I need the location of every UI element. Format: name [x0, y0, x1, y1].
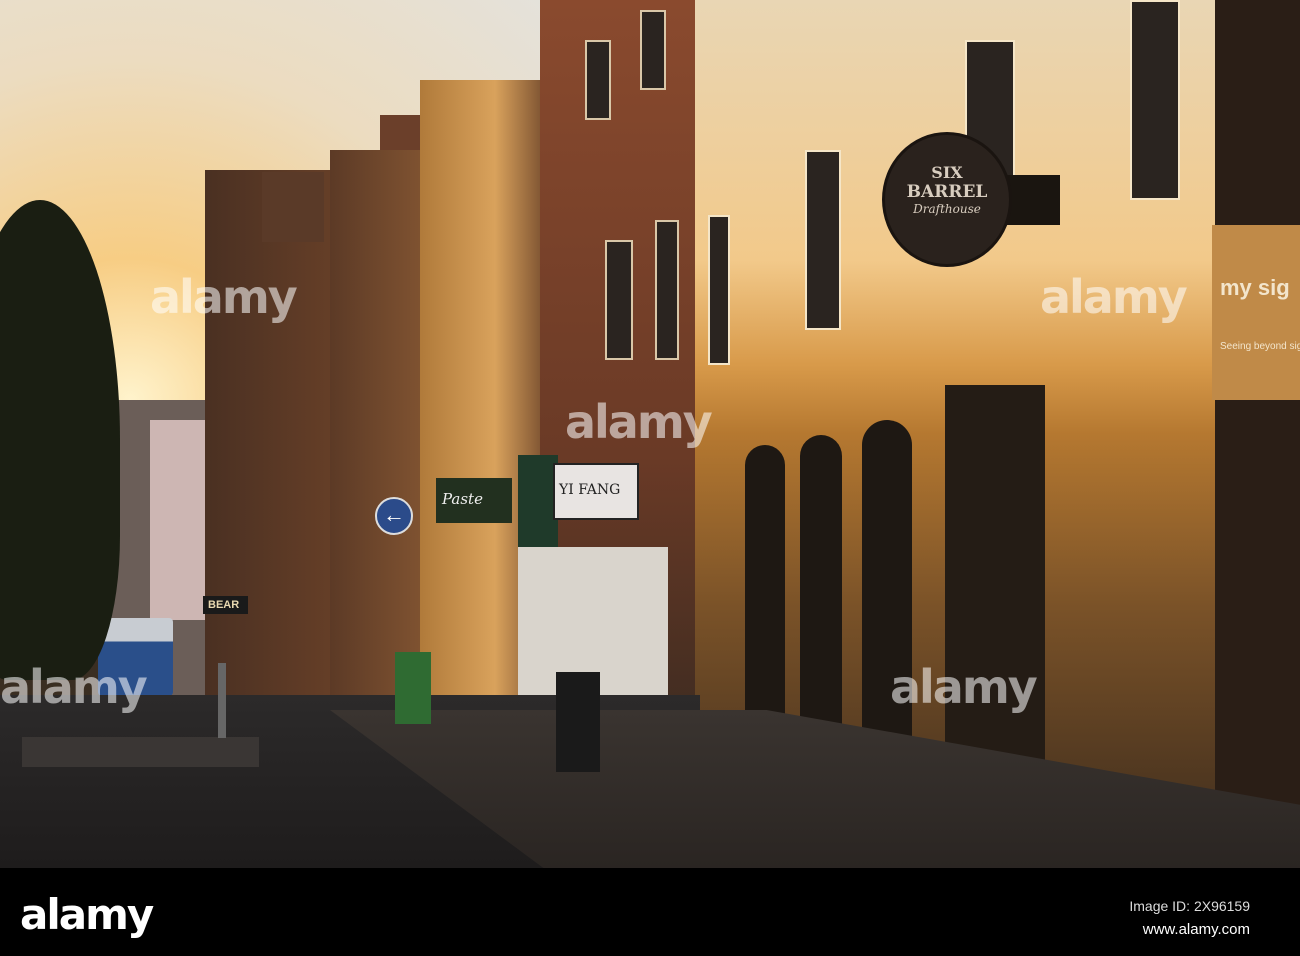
watermark-logo: alamy [565, 395, 713, 449]
six-barrel-line2: BARREL [906, 182, 988, 202]
paste-sign: Paste [436, 478, 512, 523]
six-barrel-bracket [1005, 175, 1060, 225]
watermark-logo: alamy [1040, 270, 1188, 324]
watermark-logo: alamy [150, 270, 298, 324]
website-link[interactable]: www.alamy.com [1143, 921, 1250, 938]
image-id: Image ID: 2X96159 [1129, 898, 1250, 914]
bollard [218, 663, 226, 738]
green-shop-sign [518, 455, 558, 547]
window [805, 150, 841, 330]
window [640, 10, 666, 90]
chimney [262, 172, 324, 242]
bin [395, 652, 431, 724]
bear-sign: BEAR [203, 596, 248, 614]
window [655, 220, 679, 360]
watermark-logo: alamy [0, 660, 148, 714]
shop-building-right [1215, 0, 1300, 868]
traffic-island [22, 737, 259, 767]
watermark-logo: alamy [890, 660, 1038, 714]
window [708, 215, 730, 365]
six-barrel-sign: SIX BARREL Drafthouse [882, 132, 1012, 267]
window [605, 240, 633, 360]
alamy-logo: alamy [20, 890, 154, 939]
window [1130, 0, 1180, 200]
yi-fang-sign: YI FANG [553, 463, 639, 520]
six-barrel-line3: Drafthouse [913, 202, 981, 216]
bin [556, 672, 600, 772]
my-sight-tagline: Seeing beyond sight [1220, 341, 1300, 352]
street-photo: my sig Seeing beyond sight SIX BARREL Dr… [0, 0, 1300, 868]
my-sight-sign: my sig Seeing beyond sight [1212, 225, 1300, 400]
pink-building [150, 420, 210, 620]
six-barrel-line1: SIX [931, 163, 963, 182]
my-sight-text: my sig [1220, 275, 1290, 300]
window [585, 40, 611, 120]
footer-bar: alamy Image ID: 2X96159 www.alamy.com [0, 868, 1300, 956]
one-way-sign: ← [375, 497, 413, 535]
